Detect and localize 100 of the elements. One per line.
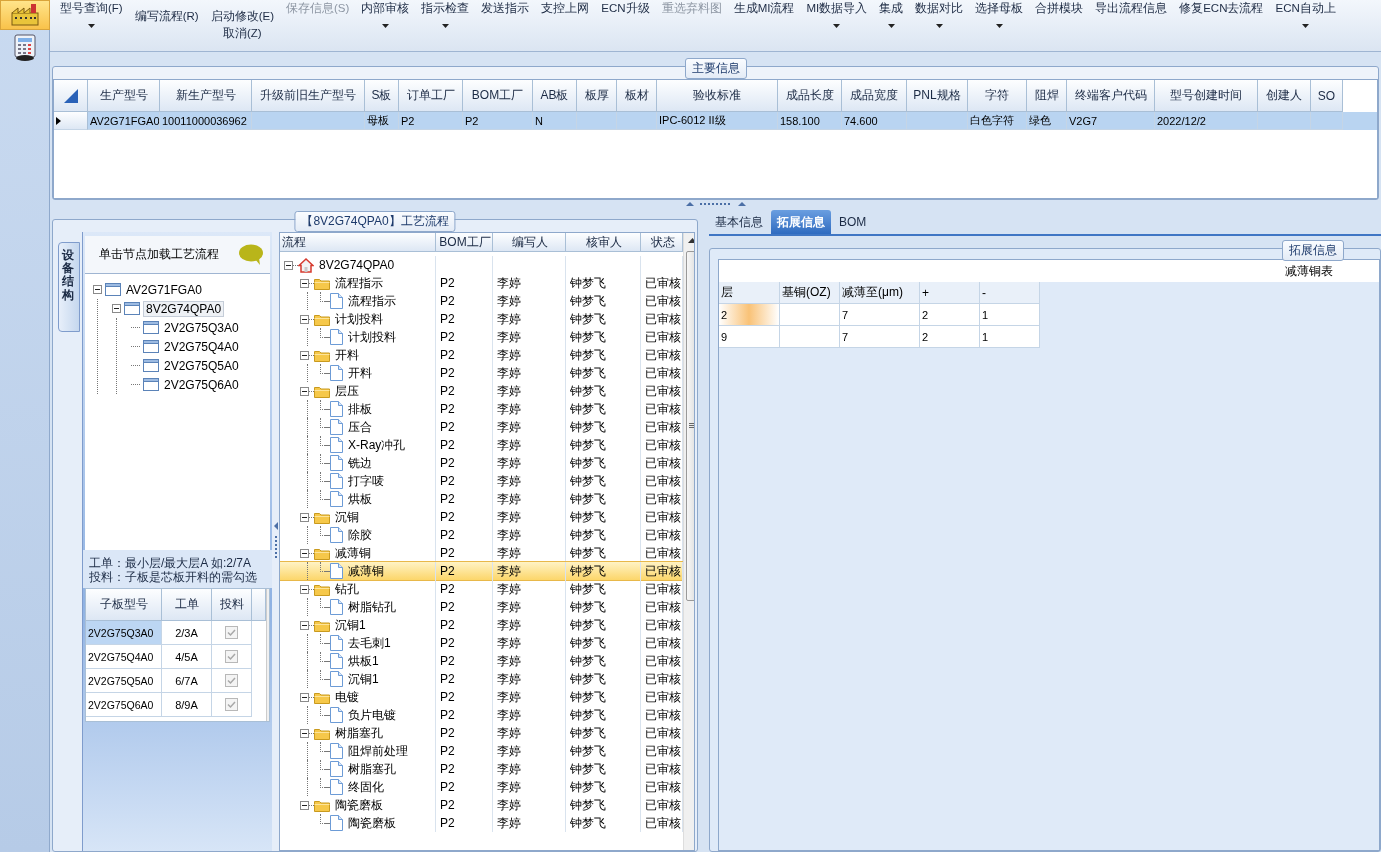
tree-row[interactable]: 除胶 P2 李婷 钟梦飞 已审核	[280, 526, 683, 544]
column-header[interactable]: 字符	[968, 80, 1027, 112]
toolbar-button[interactable]: 支控上网	[540, 0, 591, 16]
splitter-grip-icon[interactable]	[685, 202, 746, 206]
tree-row[interactable]: 8V2G74QPA0	[280, 256, 683, 274]
toolbar-button[interactable]: MI数据导入	[805, 0, 869, 16]
toolbar-button[interactable]: 启动修改(E)	[209, 8, 275, 24]
dropdown-caret-icon[interactable]	[87, 24, 95, 28]
checkbox[interactable]	[225, 650, 238, 663]
tree-label[interactable]: 2V2G75Q4A0	[162, 339, 241, 354]
tree-row[interactable]: 层压 P2 李婷 钟梦飞 已审核	[280, 382, 683, 400]
tab[interactable]: BOM	[833, 210, 873, 234]
toolbar-button[interactable]: 型号查询(F)	[59, 0, 124, 16]
toolbar-button[interactable]: 指示检查	[420, 0, 471, 16]
tree-label[interactable]: 2V2G75Q3A0	[162, 320, 241, 335]
tree-row[interactable]: 钻孔 P2 李婷 钟梦飞 已审核	[280, 580, 683, 598]
tree-row[interactable]: 计划投料 P2 李婷 钟梦飞 已审核	[280, 310, 683, 328]
tree-row[interactable]: 流程指示 P2 李婷 钟梦飞 已审核	[280, 292, 683, 310]
tree-row[interactable]: 排板 P2 李婷 钟梦飞 已审核	[280, 400, 683, 418]
column-header[interactable]: 新生产型号	[160, 80, 252, 112]
tree-row[interactable]: 阻焊前处理 P2 李婷 钟梦飞 已审核	[280, 742, 683, 760]
tree-label[interactable]: AV2G71FGA0	[124, 282, 204, 297]
column-header[interactable]: 核审人	[566, 233, 641, 252]
toolbar-button[interactable]: 编写流程(R)	[133, 8, 200, 24]
tree-row[interactable]: 铣边 P2 李婷 钟梦飞 已审核	[280, 454, 683, 472]
toolbar-button[interactable]: 生成MI流程	[732, 0, 796, 16]
table-row[interactable]: AV2G71FGA0 10011000036962 母板 P2 P2 N IPC-6012 II级 158.100 74.600 白色字符 绿色 V2G7 2022/12/2	[54, 112, 1377, 130]
collapse-icon[interactable]	[300, 800, 309, 810]
tree-row[interactable]: 流程指示 P2 李婷 钟梦飞 已审核	[280, 274, 683, 292]
tree-row[interactable]: X-Ray冲孔 P2 李婷 钟梦飞 已审核	[280, 436, 683, 454]
column-header[interactable]: -	[982, 285, 986, 300]
checkbox[interactable]	[225, 626, 238, 639]
collapse-icon[interactable]	[300, 620, 309, 630]
table-cell[interactable]: 2	[719, 304, 780, 326]
table-cell[interactable]: 2V2G75Q4A0	[86, 645, 162, 669]
tree-row[interactable]: 负片电镀 P2 李婷 钟梦飞 已审核	[280, 706, 683, 724]
collapse-icon[interactable]	[300, 584, 309, 594]
tree-row[interactable]: 计划投料 P2 李婷 钟梦飞 已审核	[280, 328, 683, 346]
toolbar-button[interactable]: 修复ECN去流程	[1178, 0, 1265, 16]
collapse-icon[interactable]	[300, 350, 309, 360]
column-header[interactable]: 订单工厂	[399, 80, 463, 112]
dropdown-caret-icon[interactable]	[833, 24, 841, 28]
column-header[interactable]: 型号创建时间	[1155, 80, 1258, 112]
tree-row[interactable]: 终固化 P2 李婷 钟梦飞 已审核	[280, 778, 683, 796]
collapse-icon[interactable]	[300, 314, 309, 324]
collapse-icon[interactable]	[300, 548, 309, 558]
tree-row[interactable]: 沉铜1 P2 李婷 钟梦飞 已审核	[280, 616, 683, 634]
table-cell[interactable]: 9	[719, 326, 780, 348]
dropdown-caret-icon[interactable]	[935, 24, 943, 28]
column-header[interactable]: S板	[365, 80, 399, 112]
tree-row[interactable]: 沉铜1 P2 李婷 钟梦飞 已审核	[280, 670, 683, 688]
tree-row[interactable]: 陶瓷磨板 P2 李婷 钟梦飞 已审核	[280, 814, 683, 832]
column-header[interactable]: 工单	[162, 589, 212, 621]
tree-row[interactable]: 树脂塞孔 P2 李婷 钟梦飞 已审核	[280, 760, 683, 778]
column-header[interactable]: 验收标准	[657, 80, 778, 112]
tree-row[interactable]: 沉铜 P2 李婷 钟梦飞 已审核	[280, 508, 683, 526]
table-cell[interactable]: 2V2G75Q3A0	[86, 621, 162, 645]
tree-row[interactable]: 陶瓷磨板 P2 李婷 钟梦飞 已审核	[280, 796, 683, 814]
tab[interactable]: 基本信息	[709, 210, 769, 234]
toolbar-button[interactable]: 导出流程信息	[1094, 0, 1169, 16]
tree-row[interactable]: 烘板1 P2 李婷 钟梦飞 已审核	[280, 652, 683, 670]
tree-label[interactable]: 2V2G75Q5A0	[162, 358, 241, 373]
dropdown-caret-icon[interactable]	[1302, 24, 1310, 28]
toolbar-button[interactable]: 集成	[878, 0, 905, 16]
column-header[interactable]: PNL规格	[907, 80, 968, 112]
tree-row[interactable]: 压合 P2 李婷 钟梦飞 已审核	[280, 418, 683, 436]
column-header[interactable]: 编写人	[493, 233, 566, 252]
column-header[interactable]: 成品宽度	[842, 80, 907, 112]
column-header[interactable]: 阻焊	[1027, 80, 1067, 112]
column-header[interactable]: SO	[1311, 80, 1343, 112]
tree-row[interactable]: 开料 P2 李婷 钟梦飞 已审核	[280, 346, 683, 364]
toolbar-button[interactable]: 内部审核	[360, 0, 411, 16]
collapse-icon[interactable]	[300, 386, 309, 396]
column-header[interactable]: 生产型号	[88, 80, 160, 112]
tab[interactable]: 拓展信息	[771, 210, 831, 234]
tree-label[interactable]: 8V2G74QPA0	[143, 300, 225, 317]
tree-row[interactable]: 减薄铜 P2 李婷 钟梦飞 已审核	[280, 562, 683, 580]
column-header[interactable]: 升级前旧生产型号	[252, 80, 365, 112]
checkbox[interactable]	[225, 674, 238, 687]
dropdown-caret-icon[interactable]	[887, 24, 895, 28]
toolbar-button[interactable]: 发送指示	[480, 0, 531, 16]
column-header[interactable]: 板厚	[577, 80, 617, 112]
column-header[interactable]: 投料	[212, 589, 252, 621]
collapse-icon[interactable]	[300, 728, 309, 738]
column-header[interactable]: 成品长度	[778, 80, 842, 112]
table-cell[interactable]: 2V2G75Q5A0	[86, 669, 162, 693]
toolbar-button[interactable]: 数据对比	[914, 0, 965, 16]
column-header[interactable]: 子板型号	[86, 589, 162, 621]
collapse-icon[interactable]	[300, 692, 309, 702]
column-header[interactable]: BOM工厂	[463, 80, 533, 112]
corner-triangle-icon[interactable]	[63, 88, 78, 103]
column-header[interactable]: 流程	[280, 233, 436, 252]
tree-row[interactable]: 开料 P2 李婷 钟梦飞 已审核	[280, 364, 683, 382]
column-header[interactable]: 板材	[617, 80, 657, 112]
vertical-tab[interactable]: 设备结构	[58, 242, 80, 332]
tree-row[interactable]: 打字唛 P2 李婷 钟梦飞 已审核	[280, 472, 683, 490]
tree-row[interactable]: 烘板 P2 李婷 钟梦飞 已审核	[280, 490, 683, 508]
collapse-icon[interactable]	[300, 512, 309, 522]
toolbar-button[interactable]: ECN升级	[600, 0, 651, 16]
column-header[interactable]: 终端客户代码	[1067, 80, 1155, 112]
